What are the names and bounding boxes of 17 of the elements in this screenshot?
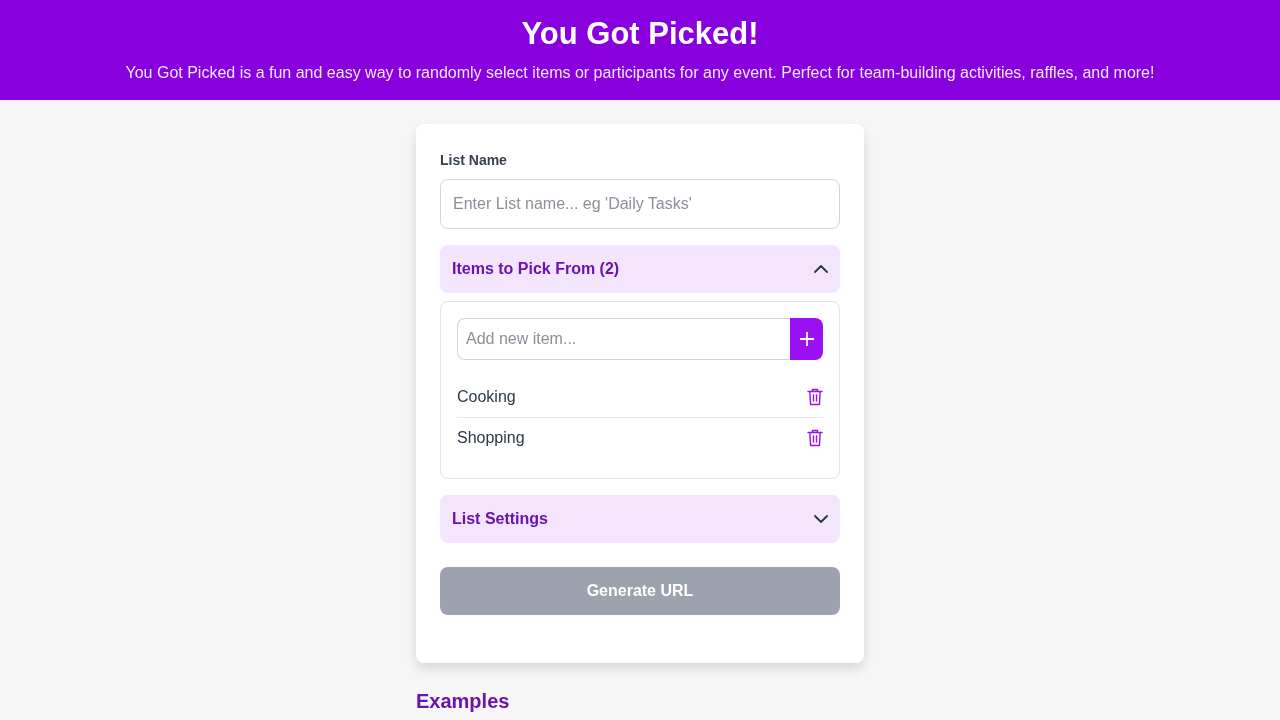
accordion-header[interactable]: Items to Pick From (2) xyxy=(440,245,840,293)
trash-icon xyxy=(807,429,823,447)
page-subtitle: You Got Picked is a fun and easy way to randomly select items or participants for any event. Perfect for team-building activities, raffles, and more! xyxy=(125,62,1155,83)
trash-icon xyxy=(807,387,823,406)
add-item-field[interactable]: Add new item... xyxy=(457,318,791,360)
list-item-text: Shopping xyxy=(457,428,525,448)
delete-item-button[interactable] xyxy=(807,429,823,447)
list-item-text: Cooking xyxy=(457,386,516,407)
field-label: List Name xyxy=(440,151,507,170)
plus-icon xyxy=(799,332,814,346)
list-name-field[interactable]: Enter List name... eg 'Daily Tasks' xyxy=(440,179,840,229)
delete-item-button[interactable] xyxy=(807,387,823,406)
section-heading: Examples xyxy=(416,689,511,713)
chevron-up-icon xyxy=(814,265,828,273)
add-item-button[interactable] xyxy=(790,318,823,360)
page-title: You Got Picked! xyxy=(521,15,759,53)
chevron-down-icon xyxy=(814,515,828,523)
